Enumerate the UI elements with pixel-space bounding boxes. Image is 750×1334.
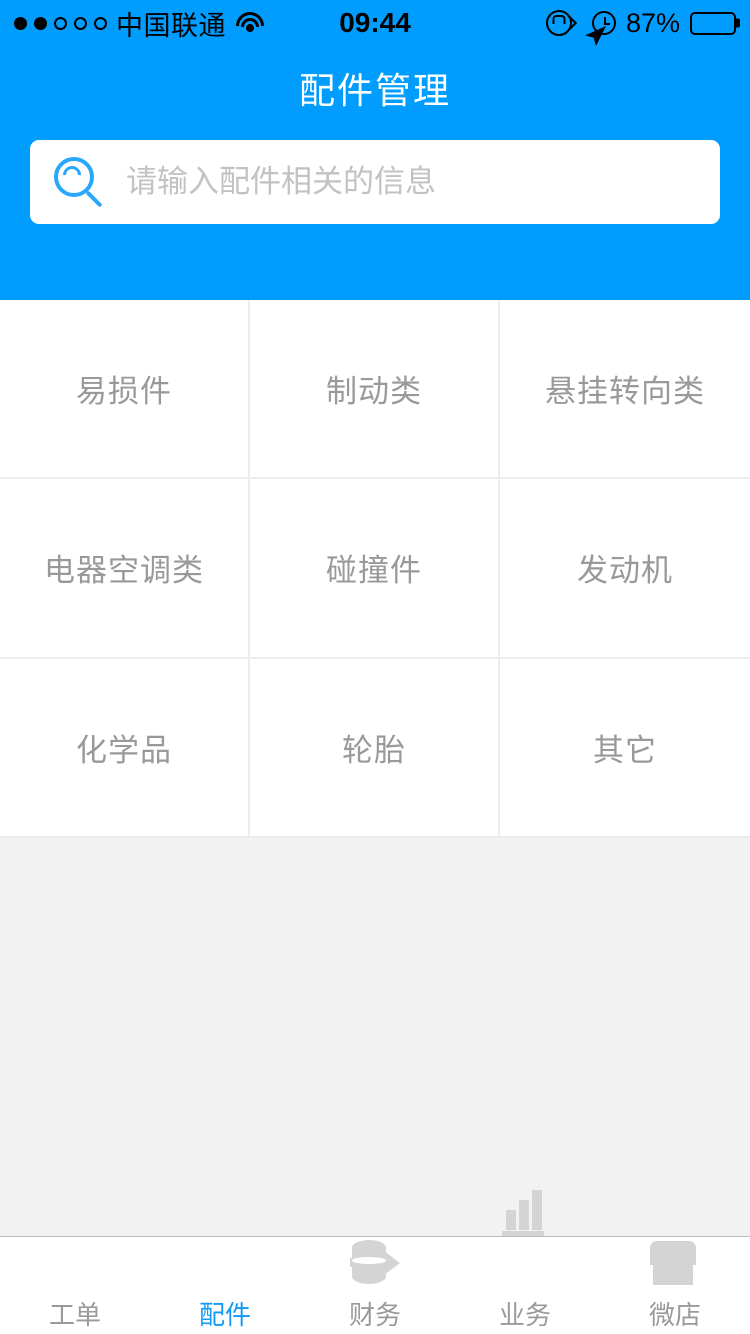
rotation-lock-icon bbox=[545, 10, 572, 36]
tab-gongdan[interactable]: 工单 bbox=[0, 1239, 150, 1332]
category-label: 碰撞件 bbox=[326, 553, 422, 589]
bar-chart-icon bbox=[498, 1190, 552, 1289]
tab-caiwu[interactable]: 财务 bbox=[300, 1239, 450, 1332]
tab-label: 微店 bbox=[648, 1300, 701, 1330]
tab-peijian[interactable]: 配件 bbox=[150, 1239, 300, 1332]
tab-label: 业务 bbox=[498, 1300, 551, 1330]
alarm-clock-icon bbox=[591, 11, 616, 35]
category-cell[interactable]: 碰撞件 bbox=[250, 479, 500, 659]
category-cell[interactable]: 其它 bbox=[500, 658, 750, 838]
category-label: 电器空调类 bbox=[44, 553, 204, 589]
page-title: 配件管理 bbox=[298, 70, 451, 111]
shop-icon bbox=[648, 1239, 702, 1289]
pie-chart-icon bbox=[196, 1239, 252, 1289]
tab-label: 财务 bbox=[348, 1300, 401, 1330]
search-input[interactable] bbox=[126, 164, 696, 200]
tab-bar: 工单 配件 财务 业务 微店 bbox=[0, 1190, 750, 1334]
tab-yewu[interactable]: 业务 bbox=[450, 1190, 600, 1332]
category-label: 悬挂转向类 bbox=[545, 374, 705, 410]
document-icon bbox=[48, 1239, 102, 1289]
category-label: 制动类 bbox=[326, 374, 422, 410]
search-box[interactable] bbox=[30, 140, 720, 224]
category-label: 发动机 bbox=[577, 553, 673, 589]
title-bar: 配件管理 bbox=[0, 46, 750, 130]
category-cell[interactable]: 化学品 bbox=[0, 658, 250, 838]
category-cell[interactable]: 电器空调类 bbox=[0, 479, 250, 659]
status-bar-right: 87% bbox=[545, 7, 736, 46]
tab-weidian[interactable]: 微店 bbox=[600, 1239, 750, 1332]
battery-icon bbox=[690, 11, 736, 35]
category-label: 易损件 bbox=[76, 374, 172, 410]
category-grid: 易损件 制动类 悬挂转向类 电器空调类 碰撞件 发动机 化学品 轮胎 其它 bbox=[0, 300, 750, 838]
category-label: 轮胎 bbox=[342, 732, 406, 768]
tab-label: 工单 bbox=[48, 1300, 101, 1330]
status-bar: 中国联通 09:44 87% bbox=[0, 0, 750, 46]
app-root: 中国联通 09:44 87% 配件管理 请输入配件相关的信息 易损件 制动类 悬… bbox=[0, 0, 750, 1334]
coins-transfer-icon bbox=[348, 1239, 402, 1289]
battery-percent-label: 87% bbox=[625, 7, 680, 38]
search-container bbox=[0, 140, 750, 224]
category-cell[interactable]: 悬挂转向类 bbox=[500, 300, 750, 480]
category-cell[interactable]: 发动机 bbox=[500, 479, 750, 659]
category-cell[interactable]: 易损件 bbox=[0, 300, 250, 480]
page-header: 中国联通 09:44 87% 配件管理 bbox=[0, 0, 750, 300]
category-label: 化学品 bbox=[76, 732, 172, 768]
category-cell[interactable]: 制动类 bbox=[250, 300, 500, 480]
category-cell[interactable]: 轮胎 bbox=[250, 658, 500, 838]
search-icon bbox=[54, 157, 104, 208]
empty-content-area bbox=[0, 838, 750, 1236]
tab-label: 配件 bbox=[198, 1300, 251, 1330]
category-label: 其它 bbox=[593, 732, 657, 768]
